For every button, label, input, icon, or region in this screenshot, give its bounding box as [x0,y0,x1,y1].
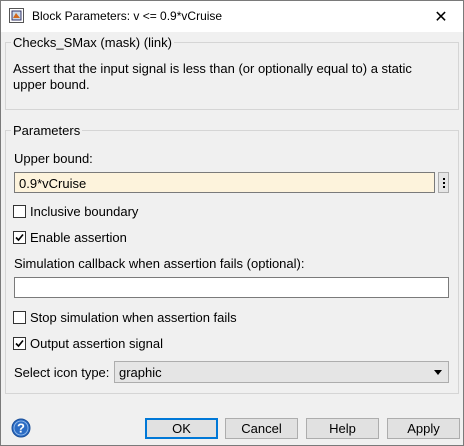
callback-field[interactable] [14,277,449,298]
title-bar: Block Parameters: v <= 0.9*vCruise ✕ [1,1,463,32]
callback-label: Simulation callback when assertion fails… [14,256,305,271]
block-parameters-dialog: Block Parameters: v <= 0.9*vCruise ✕ Che… [0,0,464,446]
window-title: Block Parameters: v <= 0.9*vCruise [32,9,223,23]
cancel-button[interactable]: Cancel [225,418,298,439]
output-assertion-checkbox[interactable] [13,337,26,350]
mask-group-legend: Checks_SMax (mask) (link) [11,35,174,50]
mask-description-line-1: Assert that the input signal is less tha… [13,61,412,76]
help-button[interactable]: Help [306,418,379,439]
inclusive-boundary-checkbox[interactable] [13,205,26,218]
stop-simulation-checkbox[interactable] [13,311,26,324]
help-button-label: Help [329,421,356,436]
mask-description-group [5,42,459,110]
apply-button-label: Apply [407,421,440,436]
upper-bound-label: Upper bound: [14,151,93,166]
help-icon[interactable]: ? [11,418,31,438]
upper-bound-options-button[interactable] [438,172,449,193]
enable-assertion-checkbox[interactable] [13,231,26,244]
stop-simulation-label: Stop simulation when assertion fails [30,310,237,325]
icon-type-value: graphic [119,365,162,380]
icon-type-select[interactable]: graphic [114,361,449,383]
mask-description-line-2: upper bound. [13,77,90,92]
cancel-button-label: Cancel [241,421,282,436]
chevron-down-icon [434,370,442,375]
enable-assertion-label: Enable assertion [30,230,127,245]
output-assertion-label: Output assertion signal [30,336,163,351]
upper-bound-value: 0.9*vCruise [19,176,87,191]
inclusive-boundary-label: Inclusive boundary [30,204,139,219]
ok-button-label: OK [172,421,191,436]
checkmark-icon [15,339,24,348]
svg-text:?: ? [17,421,25,436]
icon-type-label: Select icon type: [14,365,110,380]
ok-button[interactable]: OK [145,418,218,439]
checkmark-icon [15,233,24,242]
close-icon: ✕ [434,8,448,26]
parameters-legend: Parameters [11,123,83,138]
simulink-block-icon [9,8,24,23]
apply-button[interactable]: Apply [387,418,460,439]
upper-bound-field[interactable]: 0.9*vCruise [14,172,435,193]
close-button[interactable]: ✕ [419,1,463,32]
